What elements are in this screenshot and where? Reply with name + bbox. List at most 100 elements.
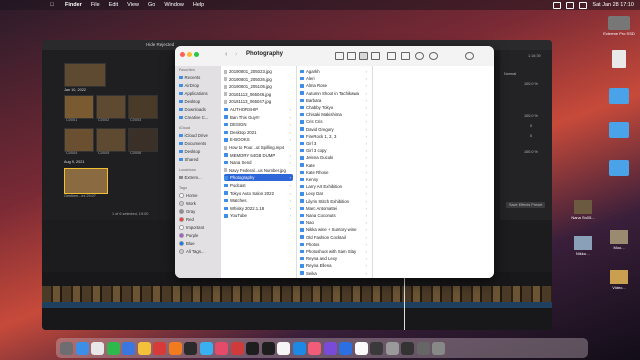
inspector-value[interactable]: 100.0 % xyxy=(524,114,538,118)
file-row[interactable]: MEMORY 64GB DUMP › xyxy=(224,152,293,159)
sidebar-item-downloads[interactable]: Downloads xyxy=(179,107,206,112)
dock-app-icon[interactable] xyxy=(416,341,430,355)
apple-menu-icon[interactable]:  xyxy=(48,2,56,8)
hide-rejected-button[interactable]: Hide Rejected xyxy=(146,42,174,47)
folder-row[interactable]: Chisaki Makishima › xyxy=(300,111,369,118)
clip-thumbnail[interactable] xyxy=(64,128,94,152)
folder-row[interactable]: Reyna and Lexy › xyxy=(300,255,369,262)
tag-icon[interactable] xyxy=(415,52,424,60)
clip-thumbnail[interactable] xyxy=(64,63,106,87)
folder-row[interactable]: Lilyrin Stitch Exhibition › xyxy=(300,198,369,205)
share-icon[interactable] xyxy=(401,52,410,60)
folder-row[interactable]: Girl 3 › xyxy=(300,140,369,147)
file-row[interactable]: How to Pour...ut Spilling.mp4 xyxy=(224,144,293,151)
screen-mirroring-icon[interactable] xyxy=(553,1,562,9)
dock-app-icon[interactable] xyxy=(184,341,197,355)
dock-app-icon[interactable] xyxy=(168,341,182,355)
menu-file[interactable]: File xyxy=(91,2,100,8)
desktop-item-drive[interactable]: Extreme Pro SSD xyxy=(602,16,636,36)
blend-mode[interactable]: Normal xyxy=(504,72,516,76)
folder-row[interactable]: Jelena Gucuki › xyxy=(300,154,369,161)
folder-row[interactable]: Larry Art Exhibition › xyxy=(300,183,369,190)
folder-row[interactable]: Cris Cris › xyxy=(300,118,369,125)
list-view-icon[interactable] xyxy=(347,52,356,60)
dock-app-icon[interactable] xyxy=(292,341,306,355)
sidebar-tag-item[interactable]: All Tags... xyxy=(179,249,205,254)
inspector-value[interactable]: 0 xyxy=(530,124,532,128)
folder-row[interactable]: Aleri › xyxy=(300,75,369,82)
action-icon[interactable] xyxy=(429,52,438,60)
folder-row[interactable]: Nao › xyxy=(300,219,369,226)
zoom-button[interactable] xyxy=(194,52,199,57)
dock-app-icon[interactable] xyxy=(370,341,383,355)
sidebar-item-airdrop[interactable]: AirDrop xyxy=(179,83,199,88)
dock-app-icon[interactable] xyxy=(215,341,228,355)
sidebar-item-shared[interactable]: Shared xyxy=(179,157,198,162)
desktop-item-thumb-1[interactable]: Nana Sn05... xyxy=(566,200,600,220)
sidebar-tag-item[interactable]: Gray xyxy=(179,209,195,214)
folder-row[interactable]: David Gregory › xyxy=(300,126,369,133)
dock-app-icon[interactable] xyxy=(385,341,399,355)
file-row[interactable]: DESIGN › xyxy=(224,121,293,128)
folder-row[interactable]: Barbara › xyxy=(300,97,369,104)
video-track[interactable] xyxy=(42,286,552,302)
sidebar-item-desktop[interactable]: Desktop xyxy=(179,99,200,104)
clip-thumbnail-selected[interactable] xyxy=(64,168,108,194)
dock-app-icon[interactable] xyxy=(199,341,213,355)
folder-row[interactable]: FireRock 1, 2, 3 › xyxy=(300,133,369,140)
audio-track[interactable] xyxy=(42,302,552,308)
search-icon[interactable] xyxy=(465,52,474,60)
minimize-button[interactable] xyxy=(187,52,192,57)
sidebar-tag-item[interactable]: Purple xyxy=(179,233,198,238)
dock-app-icon[interactable] xyxy=(401,341,414,355)
folder-row[interactable]: Marc Antomattei › xyxy=(300,205,369,212)
file-row[interactable]: 20190801_205105.jpg xyxy=(224,83,293,90)
sidebar-tag-item[interactable]: Red xyxy=(179,217,194,222)
menubar-clock[interactable]: Sat Jan 28 17:10 xyxy=(592,2,634,8)
folder-row[interactable]: Old Fashion Cocktail › xyxy=(300,234,369,241)
file-row[interactable]: 20190801_205026.jpg xyxy=(224,76,293,83)
dock-app-icon[interactable] xyxy=(106,341,120,355)
sidebar-tag-item[interactable]: Work xyxy=(179,201,196,206)
file-row[interactable]: Desktop 2021 › xyxy=(224,129,293,136)
back-button[interactable]: ‹ xyxy=(225,51,227,58)
file-row[interactable]: 20181113_065046.jpg xyxy=(224,91,293,98)
sidebar-tag-item[interactable]: Important xyxy=(179,225,204,230)
dock-app-icon[interactable] xyxy=(432,341,445,355)
dock-app-icon[interactable] xyxy=(122,341,135,355)
menu-window[interactable]: Window xyxy=(164,2,184,8)
folder-row[interactable]: Girl 3 copy › xyxy=(300,147,369,154)
folder-row[interactable]: Lexy Dar › xyxy=(300,190,369,197)
menu-app-finder[interactable]: Finder xyxy=(65,2,82,8)
dock-app-icon[interactable] xyxy=(91,341,104,355)
file-row[interactable]: YouTube › xyxy=(224,212,293,219)
desktop-item-thumb-2[interactable]: Nikko… xyxy=(566,236,600,256)
file-row[interactable]: E-BOOKS › xyxy=(224,136,293,143)
folder-row[interactable]: Photos › xyxy=(300,241,369,248)
folder-row[interactable]: Nikka wine + Suntory wine › xyxy=(300,226,369,233)
file-row[interactable]: 20181113_065047.jpg xyxy=(224,98,293,105)
dock-app-icon[interactable] xyxy=(323,341,337,355)
folder-row[interactable]: Kenny › xyxy=(300,176,369,183)
folder-row[interactable]: Photoshoot with Sam Slay › xyxy=(300,248,369,255)
wifi-icon[interactable] xyxy=(579,1,588,9)
dock-app-icon[interactable] xyxy=(354,341,368,355)
menu-help[interactable]: Help xyxy=(193,2,204,8)
forward-button[interactable]: › xyxy=(235,51,237,58)
dock-app-icon[interactable] xyxy=(339,341,352,355)
file-row[interactable]: Navy Federal...us Number.jpg xyxy=(224,167,293,174)
folder-row[interactable]: Nana Coconuts › xyxy=(300,212,369,219)
desktop-item-folder-1[interactable] xyxy=(602,88,636,105)
battery-icon[interactable] xyxy=(566,1,575,9)
close-button[interactable] xyxy=(180,52,185,57)
file-row[interactable]: Photography › xyxy=(224,174,293,182)
sidebar-tag-item[interactable]: Blue xyxy=(179,241,195,246)
folder-row[interactable]: Alma Rose › xyxy=(300,82,369,89)
clip-thumbnail[interactable] xyxy=(128,95,158,119)
menu-edit[interactable]: Edit xyxy=(109,2,118,8)
inspector-value[interactable]: 0 xyxy=(530,134,532,138)
dock-app-icon[interactable] xyxy=(75,341,89,355)
sidebar-item-documents[interactable]: Documents xyxy=(179,141,206,146)
menu-view[interactable]: View xyxy=(127,2,139,8)
clip-thumbnail[interactable] xyxy=(64,95,94,119)
